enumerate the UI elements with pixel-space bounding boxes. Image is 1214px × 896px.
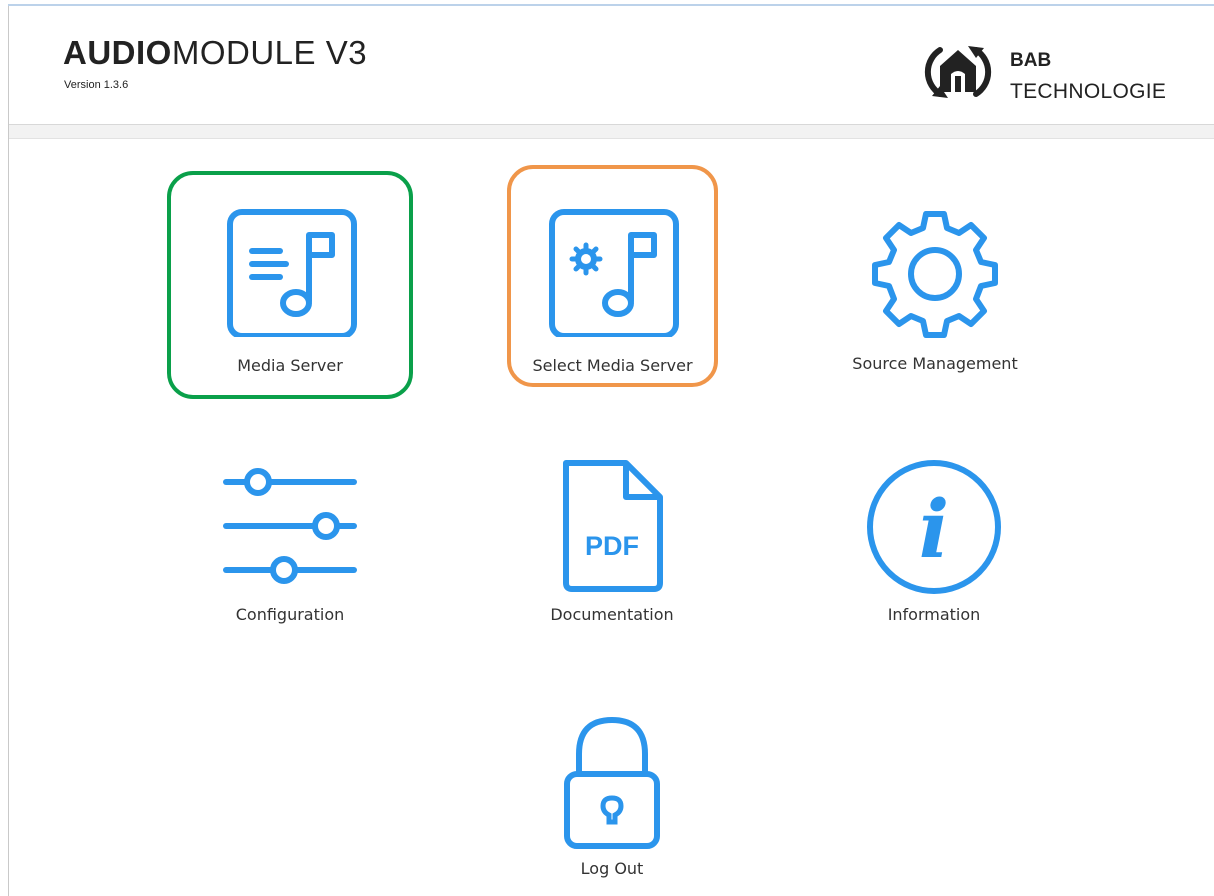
tile-label: Documentation xyxy=(550,605,674,624)
version-label: Version 1.3.6 xyxy=(64,79,129,91)
info-icon: i xyxy=(867,460,1001,594)
tile-media-server[interactable]: Media Server xyxy=(167,171,413,399)
house-logo-icon xyxy=(924,46,992,98)
logo-text-technologie: TECHNOLOGIE xyxy=(1010,80,1167,103)
logo-text-bab: BAB xyxy=(1010,50,1052,71)
pdf-icon-text: PDF xyxy=(585,531,639,561)
tile-label: Source Management xyxy=(852,354,1018,373)
tile-log-out[interactable]: Log Out xyxy=(512,708,712,888)
lock-icon xyxy=(564,716,660,849)
bab-technologie-logo: BAB TECHNOLOGIE xyxy=(918,36,1188,106)
tile-information[interactable]: i Information xyxy=(834,455,1034,635)
tile-label: Log Out xyxy=(580,859,644,878)
header-separator xyxy=(9,125,1214,139)
sliders-icon xyxy=(223,468,357,584)
tile-label: Information xyxy=(887,605,981,624)
tile-select-media-server[interactable]: Select Media Server xyxy=(507,165,718,387)
tile-label: Configuration xyxy=(235,605,345,624)
tile-documentation[interactable]: PDF Documentation xyxy=(512,455,712,635)
music-note-list-icon xyxy=(227,209,357,337)
app-title: AUDIOMODULE V3 xyxy=(63,34,368,71)
info-icon-glyph: i xyxy=(919,482,949,576)
tile-source-management[interactable]: Source Management xyxy=(820,200,1050,390)
gear-icon xyxy=(872,211,998,338)
tile-label: Select Media Server xyxy=(532,356,693,375)
tile-label: Media Server xyxy=(237,356,343,375)
tile-configuration[interactable]: Configuration xyxy=(190,460,390,635)
music-note-gear-icon xyxy=(549,209,679,337)
pdf-icon: PDF xyxy=(563,460,663,592)
